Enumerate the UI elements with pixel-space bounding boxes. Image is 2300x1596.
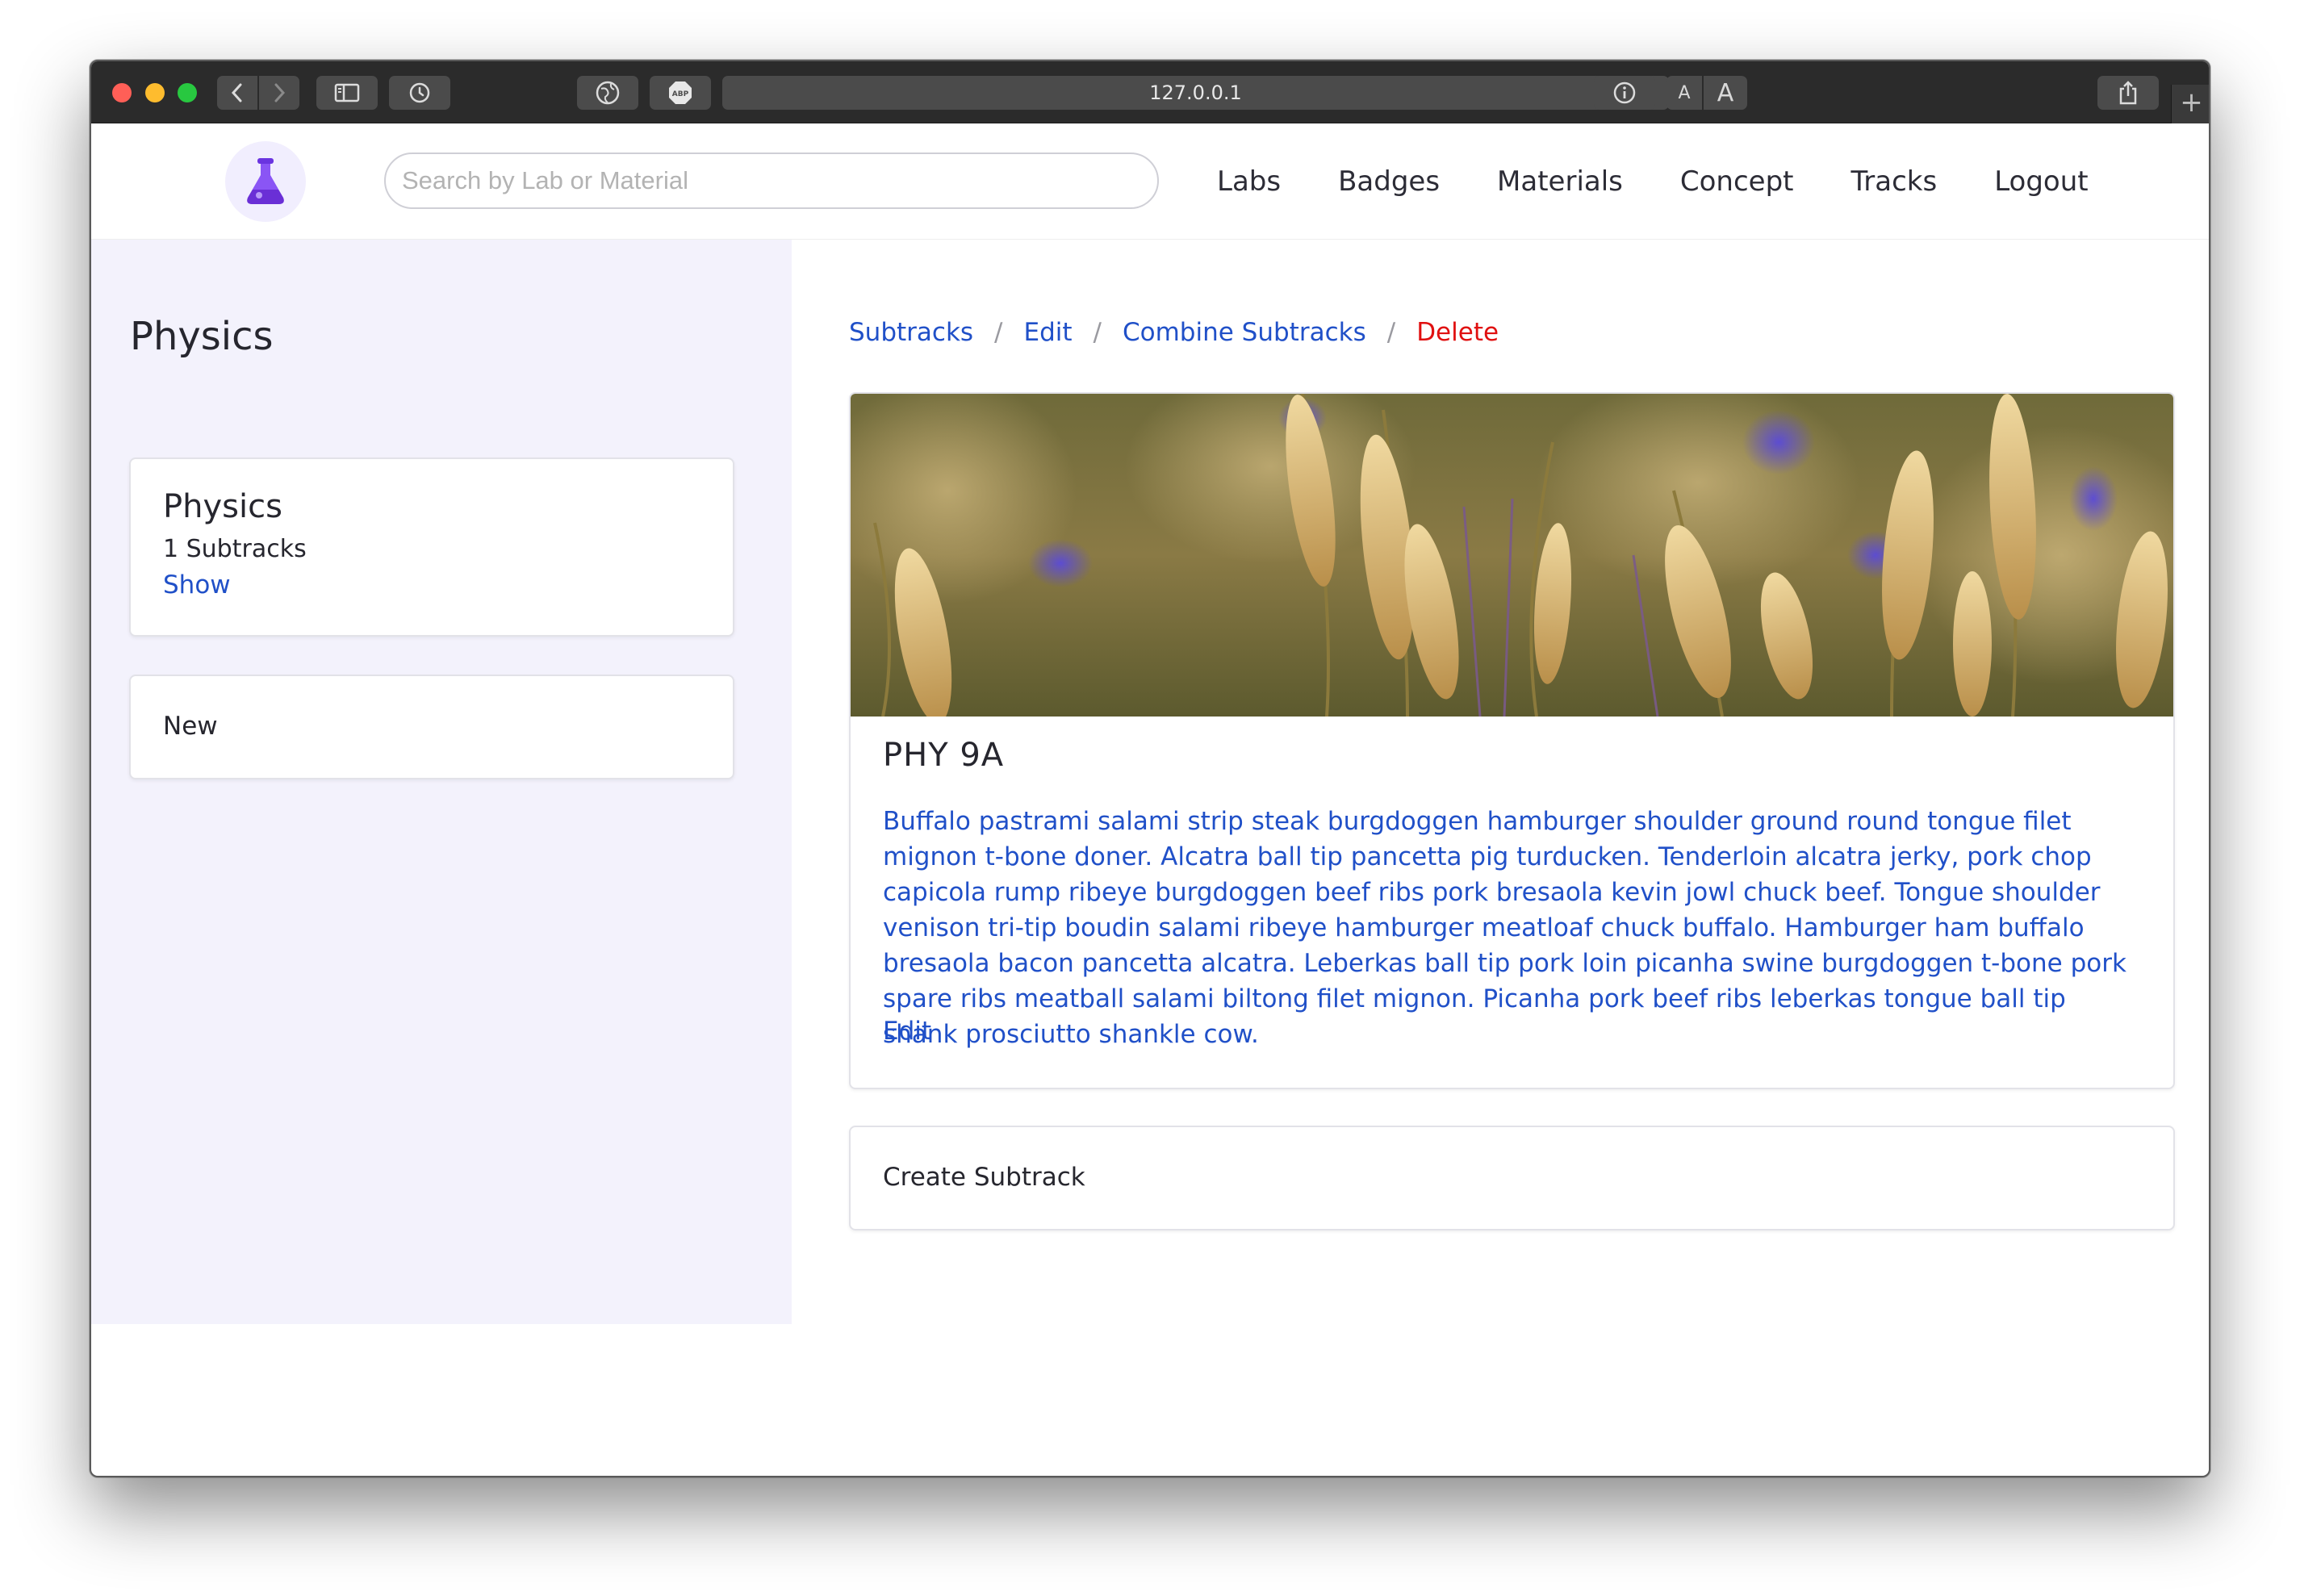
back-button[interactable] (217, 76, 257, 110)
share-button[interactable] (2097, 76, 2159, 110)
sidebar-icon (334, 83, 360, 102)
search-input[interactable] (384, 152, 1159, 209)
subtrack-title: PHY 9A (883, 737, 1005, 774)
flask-icon (247, 158, 284, 204)
share-icon (2119, 81, 2137, 105)
app-navbar: Labs Badges Materials Concept Tracks Log… (91, 123, 2209, 240)
clock-icon (409, 82, 430, 103)
browser-toolbar: ABP 127.0.0.1 A A + (91, 61, 2209, 123)
track-show-link[interactable]: Show (163, 570, 231, 600)
create-subtrack-card[interactable]: Create Subtrack (849, 1126, 2175, 1230)
new-track-label: New (163, 712, 218, 741)
page-info-button[interactable] (1594, 76, 1655, 110)
nav-link-logout[interactable]: Logout (1994, 165, 2088, 198)
create-subtrack-label: Create Subtrack (883, 1163, 1085, 1192)
minimize-window-button[interactable] (145, 83, 165, 102)
zoom-window-button[interactable] (178, 83, 197, 102)
flask-logo-icon[interactable] (225, 141, 306, 222)
new-tab-button[interactable]: + (2171, 85, 2209, 123)
subtrack-card: PHY 9A Buffalo pastrami salami strip ste… (849, 392, 2175, 1089)
text-smaller-button[interactable]: A (1666, 76, 1702, 110)
nav-link-labs[interactable]: Labs (1217, 165, 1281, 198)
globe-icon (596, 81, 620, 105)
adblock-icon: ABP (669, 81, 692, 104)
edit-track-link[interactable]: Edit (1024, 318, 1073, 347)
nav-link-materials[interactable]: Materials (1497, 165, 1623, 198)
svg-text:ABP: ABP (672, 90, 689, 98)
nav-link-badges[interactable]: Badges (1338, 165, 1440, 198)
privacy-report-button[interactable] (577, 76, 638, 110)
adblock-button[interactable]: ABP (650, 76, 711, 110)
subtrack-description[interactable]: Buffalo pastrami salami strip steak burg… (883, 804, 2142, 1052)
info-icon (1613, 81, 1636, 104)
wheat-field-image (851, 394, 2173, 717)
breadcrumb-separator: / (1093, 318, 1102, 347)
delete-track-link[interactable]: Delete (1416, 318, 1499, 347)
close-window-button[interactable] (112, 83, 132, 102)
chevron-left-icon (231, 83, 242, 102)
main-nav: Labs Badges Materials Concept Tracks Log… (1217, 123, 2146, 240)
combine-subtracks-link[interactable]: Combine Subtracks (1123, 318, 1366, 347)
breadcrumb-separator: / (994, 318, 1003, 347)
nav-link-concept[interactable]: Concept (1680, 165, 1794, 198)
breadcrumb-separator: / (1386, 318, 1396, 347)
breadcrumb: Subtracks / Edit / Combine Subtracks / D… (849, 318, 1499, 347)
track-card: Physics 1 Subtracks Show (129, 457, 734, 637)
track-card-title: Physics (163, 488, 282, 525)
address-bar[interactable]: 127.0.0.1 (722, 76, 1669, 110)
text-larger-button[interactable]: A (1704, 76, 1747, 110)
track-card-subtrack-count: 1 Subtracks (163, 535, 307, 563)
chevron-right-icon (274, 83, 286, 102)
history-button[interactable] (389, 76, 450, 110)
sidebar-title: Physics (130, 314, 274, 359)
nav-link-tracks[interactable]: Tracks (1851, 165, 1938, 198)
edit-subtrack-link[interactable]: Edit (883, 1017, 931, 1046)
sidebar-toggle-button[interactable] (316, 76, 378, 110)
url-text: 127.0.0.1 (1149, 81, 1242, 104)
new-track-card[interactable]: New (129, 675, 734, 779)
browser-window: ABP 127.0.0.1 A A + Labs Badges (90, 60, 2210, 1477)
subtracks-link[interactable]: Subtracks (849, 318, 973, 347)
forward-button[interactable] (259, 76, 299, 110)
track-sidebar: Physics Physics 1 Subtracks Show New (91, 240, 792, 1324)
